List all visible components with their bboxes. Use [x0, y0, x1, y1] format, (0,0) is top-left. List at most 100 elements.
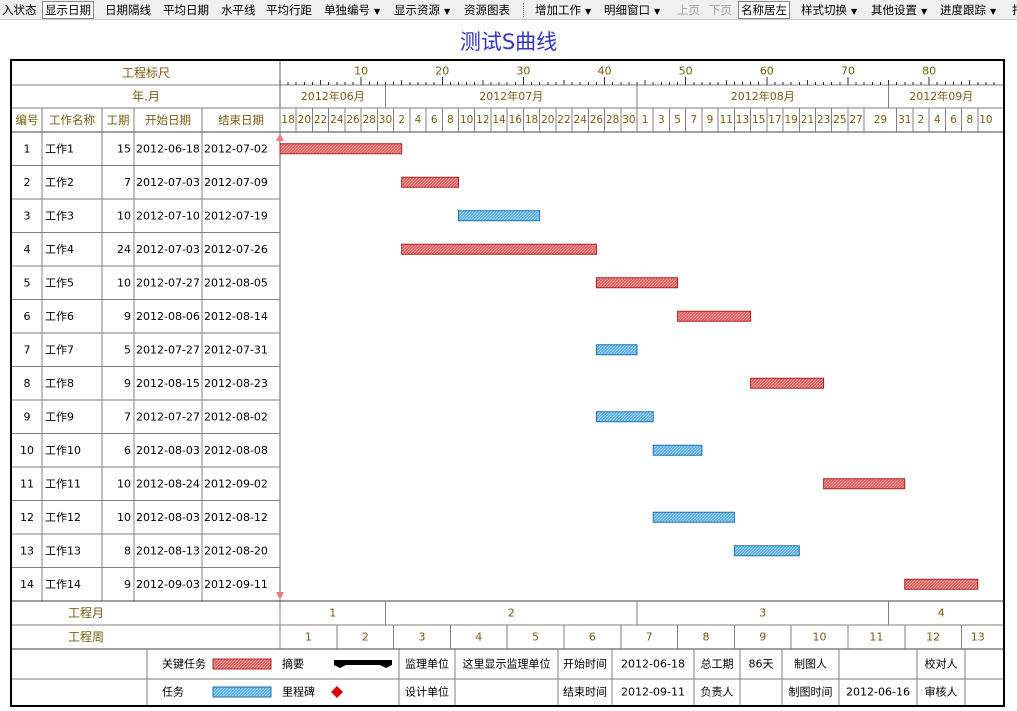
task-name: 工作6: [45, 310, 74, 323]
project-week-value: 9: [759, 631, 766, 644]
task-bar[interactable]: [652, 444, 703, 456]
milestone-diamond-icon: [331, 686, 343, 698]
toolbar-item-6[interactable]: 单独编号 ▼: [322, 1, 382, 19]
project-week-value: 1: [305, 631, 312, 644]
legend-task-swatch: [212, 686, 272, 698]
toolbar-item-11[interactable]: 上页: [675, 1, 702, 19]
critical-task-bar[interactable]: [401, 243, 597, 255]
month-label: 2012年07月: [479, 89, 543, 103]
task-start-date: 2012-08-03: [136, 511, 200, 524]
task-duration: 7: [124, 176, 131, 189]
day-label: 2: [918, 114, 925, 126]
task-id: 4: [24, 243, 31, 256]
toolbar-item-16[interactable]: 进度跟踪 ▼: [938, 1, 998, 19]
toolbar-item-label: 增加工作: [535, 3, 581, 17]
task-duration: 24: [117, 243, 131, 256]
toolbar-item-3[interactable]: 平均日期: [161, 1, 211, 19]
column-header-name: 工作名称: [49, 113, 95, 127]
task-start-date: 2012-08-03: [136, 444, 200, 457]
toolbar-item-4[interactable]: 水平线: [219, 1, 258, 19]
ruler-tick-label: 40: [598, 65, 612, 78]
task-bar[interactable]: [595, 411, 654, 423]
toolbar-item-label: 样式切换: [801, 3, 847, 17]
day-label: 31: [898, 114, 911, 126]
day-label: 30: [379, 114, 392, 126]
task-duration: 9: [124, 310, 131, 323]
critical-task-bar[interactable]: [677, 310, 752, 322]
task-id: 11: [20, 477, 34, 490]
end-time-value: 2012-09-11: [621, 686, 685, 699]
day-label: 24: [330, 114, 344, 126]
day-label: 4: [934, 114, 941, 126]
gantt-frame: 工程标尺 年.月 10 20 30 40 50 60 70 80 2012年06月 2012年07月 2…: [10, 59, 1005, 707]
task-start-date: 2012-07-27: [136, 410, 200, 423]
day-label: 3: [658, 114, 665, 126]
end-time-label: 结束时间: [563, 686, 607, 699]
task-end-date: 2012-08-02: [204, 410, 268, 423]
task-bar[interactable]: [458, 210, 541, 222]
toolbar-item-1[interactable]: 显示日期: [42, 1, 94, 19]
critical-task-bar[interactable]: [750, 377, 825, 389]
task-end-date: 2012-07-31: [204, 343, 268, 356]
task-name: 工作12: [45, 511, 81, 524]
project-week-value: 12: [926, 631, 940, 644]
legend-milestone-label: 里程碑: [282, 686, 315, 699]
project-week-value: 13: [971, 631, 985, 644]
day-label: 5: [674, 114, 681, 126]
task-start-date: 2012-08-06: [136, 310, 200, 323]
task-id: 8: [24, 377, 31, 390]
critical-task-bar[interactable]: [823, 478, 906, 490]
critical-task-bar[interactable]: [279, 143, 403, 155]
task-duration: 7: [124, 410, 131, 423]
day-label: 24: [574, 114, 588, 126]
project-month-value: 4: [938, 607, 945, 620]
task-duration: 15: [117, 142, 131, 155]
task-start-date: 2012-08-15: [136, 377, 200, 390]
dropdown-arrow-icon: ▼: [990, 7, 997, 16]
day-label: 19: [784, 114, 797, 126]
toolbar-item-label: 名称居左: [741, 3, 787, 17]
dropdown-arrow-icon: ▼: [374, 7, 381, 16]
task-end-date: 2012-08-20: [204, 544, 268, 557]
day-label: 18: [525, 114, 538, 126]
ruler-label: 工程标尺: [122, 65, 170, 80]
day-label: 11: [720, 114, 733, 126]
toolbar-item-12[interactable]: 下页: [707, 1, 734, 19]
toolbar-item-13[interactable]: 名称居左: [738, 1, 790, 19]
day-label: 17: [768, 114, 781, 126]
task-end-date: 2012-08-05: [204, 276, 268, 289]
task-end-date: 2012-07-19: [204, 209, 268, 222]
toolbar-item-label: 明细窗口: [604, 3, 650, 17]
draft-time-label: 制图时间: [789, 686, 833, 699]
day-label: 6: [950, 114, 957, 126]
task-start-date: 2012-08-24: [136, 477, 200, 490]
critical-task-bar[interactable]: [595, 277, 679, 289]
toolbar-item-5[interactable]: 平均行距: [264, 1, 314, 19]
toolbar-item-0[interactable]: 入状态: [0, 1, 39, 19]
toolbar-item-9[interactable]: 增加工作 ▼: [533, 1, 593, 19]
task-name: 工作5: [45, 276, 74, 289]
task-end-date: 2012-08-12: [204, 511, 268, 524]
task-duration: 10: [117, 276, 131, 289]
toolbar-item-7[interactable]: 显示资源 ▼: [392, 1, 452, 19]
critical-task-bar[interactable]: [904, 578, 979, 590]
task-bar[interactable]: [652, 511, 735, 523]
start-time-label: 开始时间: [563, 657, 607, 671]
toolbar-item-14[interactable]: 样式切换 ▼: [799, 1, 859, 19]
task-bar[interactable]: [595, 344, 638, 356]
toolbar-item-17[interactable]: 打: [1010, 1, 1017, 19]
toolbar-item-8[interactable]: 资源图表: [462, 1, 512, 19]
ruler-tick-label: 80: [922, 65, 936, 78]
task-bar[interactable]: [733, 545, 800, 557]
toolbar-item-10[interactable]: 明细窗口 ▼: [602, 1, 662, 19]
toolbar-item-15[interactable]: 其他设置 ▼: [869, 1, 929, 19]
critical-task-bar[interactable]: [401, 176, 460, 188]
task-name: 工作3: [45, 209, 74, 222]
column-header-duration: 工期: [107, 113, 130, 127]
day-label: 20: [298, 114, 311, 126]
project-month-value: 3: [759, 607, 766, 620]
day-label: 28: [606, 114, 619, 126]
day-label: 25: [833, 114, 846, 126]
project-week-value: 8: [702, 631, 709, 644]
toolbar-item-2[interactable]: 日期隔线: [103, 1, 153, 19]
